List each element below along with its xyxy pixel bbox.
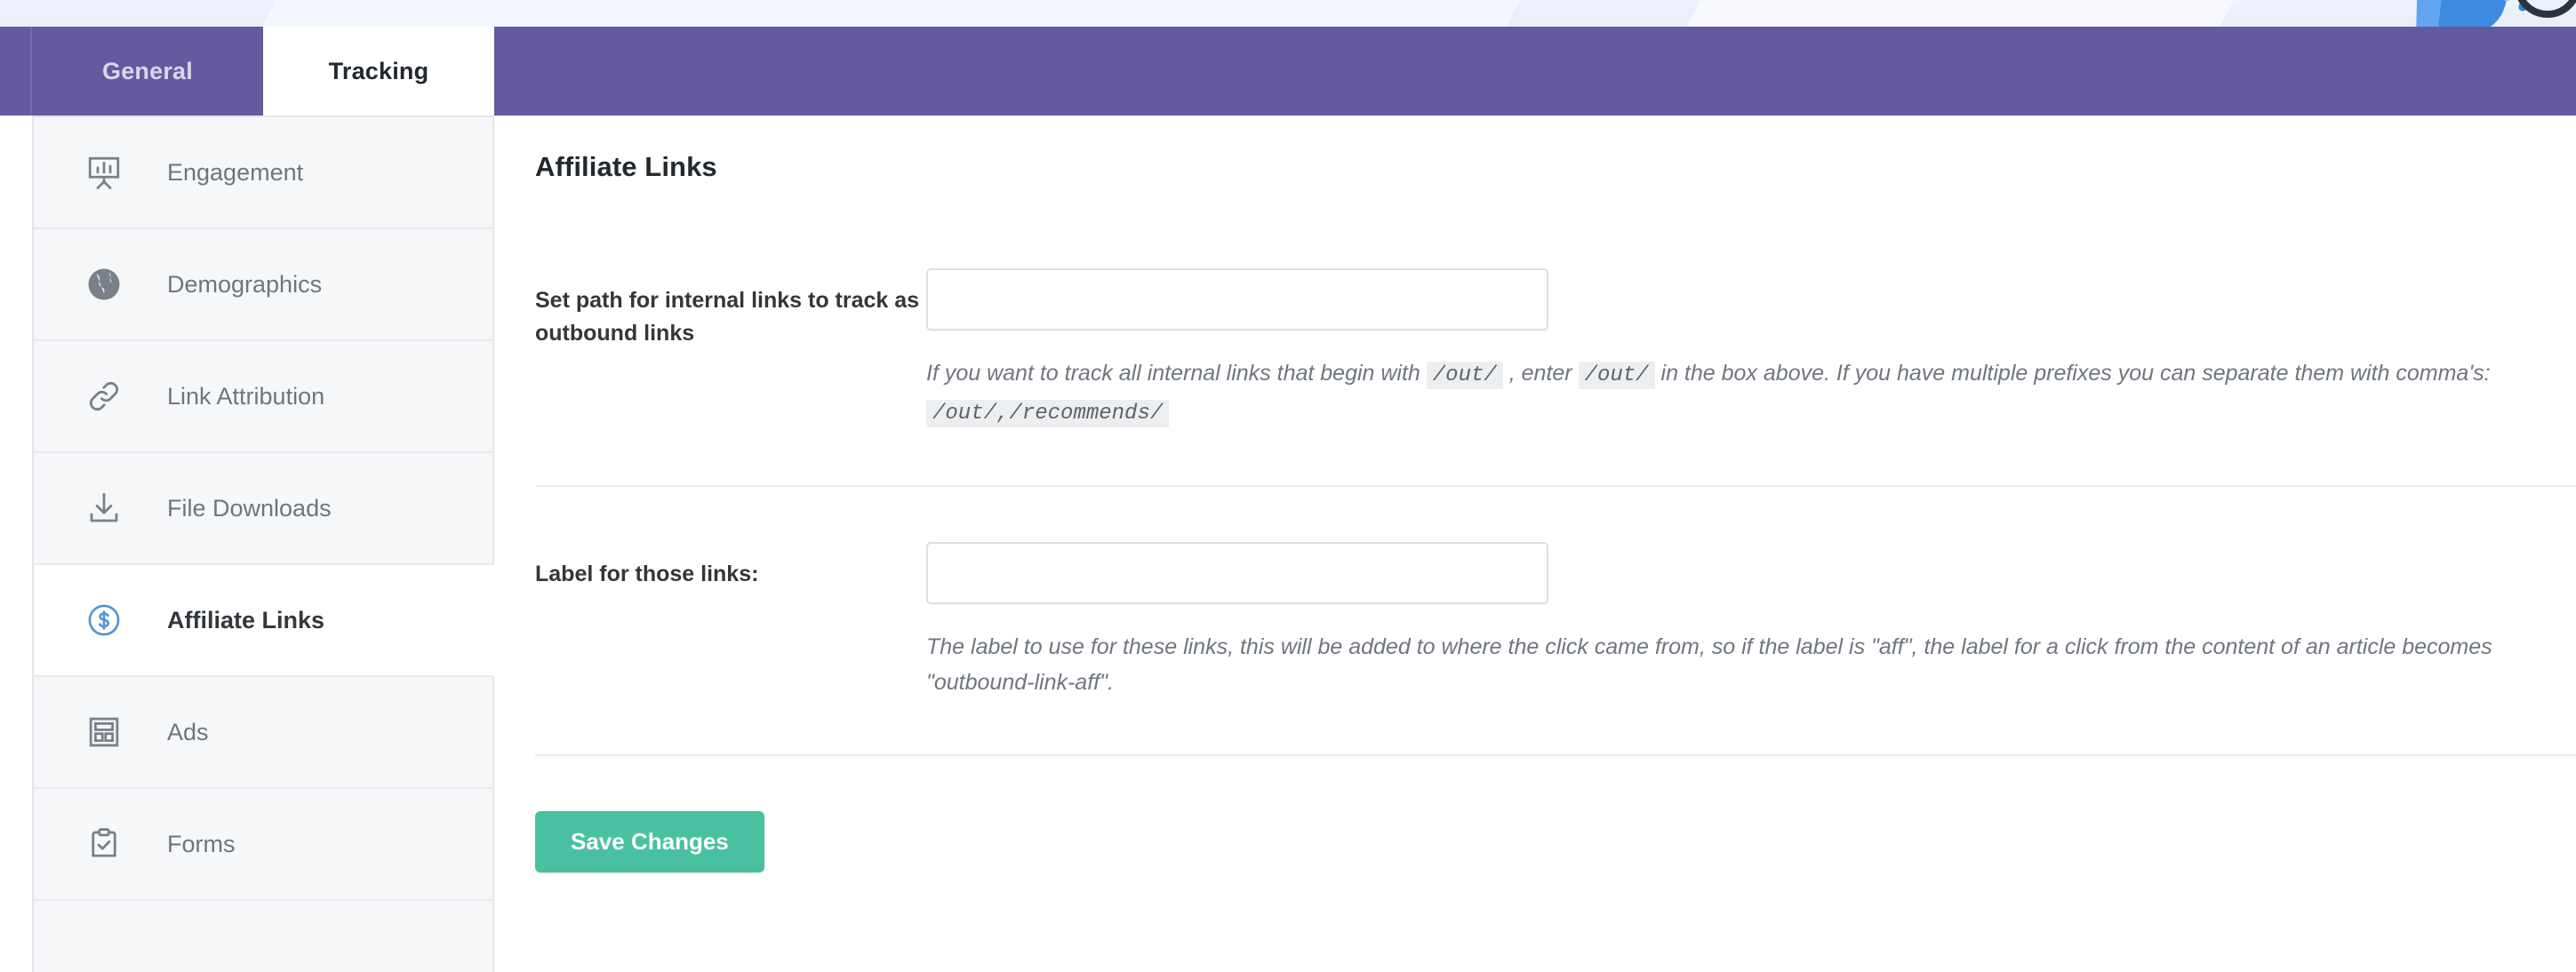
tab-tracking[interactable]: Tracking [263, 27, 494, 116]
form-actions: Save Changes [535, 756, 2576, 872]
banner-diagonal-shape-2 [1662, 0, 2249, 27]
sidebar-item-label: Link Attribution [167, 382, 325, 410]
field-body: If you want to track all internal links … [926, 268, 2576, 432]
sidebar-item-label: Engagement [167, 158, 304, 186]
sidebar-item-label: File Downloads [167, 494, 332, 522]
field-label: Label for those links: [535, 561, 759, 586]
outbound-path-helper-text: If you want to track all internal links … [926, 361, 2491, 427]
sidebar-item-label: Demographics [167, 270, 323, 298]
sidebar-item-partial[interactable] [34, 901, 492, 949]
sidebar-item-affiliate-links[interactable]: Affiliate Links [34, 565, 494, 677]
sidebar-item-link-attribution[interactable]: Link Attribution [34, 341, 492, 453]
page-body: Engagement Demographics Link Attribution [0, 116, 2576, 972]
settings-content: Affiliate Links Set path for internal li… [494, 116, 2576, 972]
sidebar-item-label: Forms [167, 830, 236, 857]
inline-code: /out/ [1426, 362, 1503, 389]
mascot-illustration [2416, 0, 2576, 27]
globe-icon [84, 264, 124, 305]
download-icon [84, 488, 124, 529]
field-body: The label to use for these links, this w… [926, 541, 2576, 701]
header-banner-strip [0, 0, 2576, 27]
sidebar-item-demographics[interactable]: Demographics [34, 229, 492, 341]
inline-code: /out/ [1578, 362, 1655, 389]
clipboard-check-icon [84, 824, 124, 864]
page-title: Affiliate Links [535, 151, 717, 182]
sidebar-item-forms[interactable]: Forms [34, 789, 492, 901]
link-label-input[interactable] [926, 541, 1548, 604]
tab-bar: General Tracking [0, 27, 2576, 116]
dollar-circle-icon [84, 600, 124, 641]
link-label-helper-text: The label to use for these links, this w… [926, 633, 2492, 696]
presentation-chart-icon [84, 152, 124, 193]
save-changes-button[interactable]: Save Changes [535, 810, 764, 872]
link-chain-icon [84, 376, 124, 417]
layout-grid-icon [84, 712, 124, 753]
tab-bar-leading-divider [0, 27, 32, 116]
sidebar-item-file-downloads[interactable]: File Downloads [34, 453, 492, 565]
sidebar-item-label: Affiliate Links [167, 606, 325, 633]
field-label: Set path for internal links to track as … [535, 288, 920, 346]
banner-diagonal-shape [238, 0, 1540, 27]
tab-general[interactable]: General [32, 27, 263, 116]
settings-sidebar: Engagement Demographics Link Attribution [32, 116, 494, 972]
field-row-link-label: Label for those links: The label to use … [535, 487, 2576, 756]
field-row-outbound-path: Set path for internal links to track as … [535, 268, 2576, 487]
sidebar-item-engagement[interactable]: Engagement [34, 117, 492, 229]
inline-code: /out/,/recommends/ [926, 399, 1170, 427]
outbound-path-input[interactable] [926, 268, 1548, 331]
sidebar-item-ads[interactable]: Ads [34, 677, 492, 789]
sidebar-item-label: Ads [167, 718, 209, 745]
